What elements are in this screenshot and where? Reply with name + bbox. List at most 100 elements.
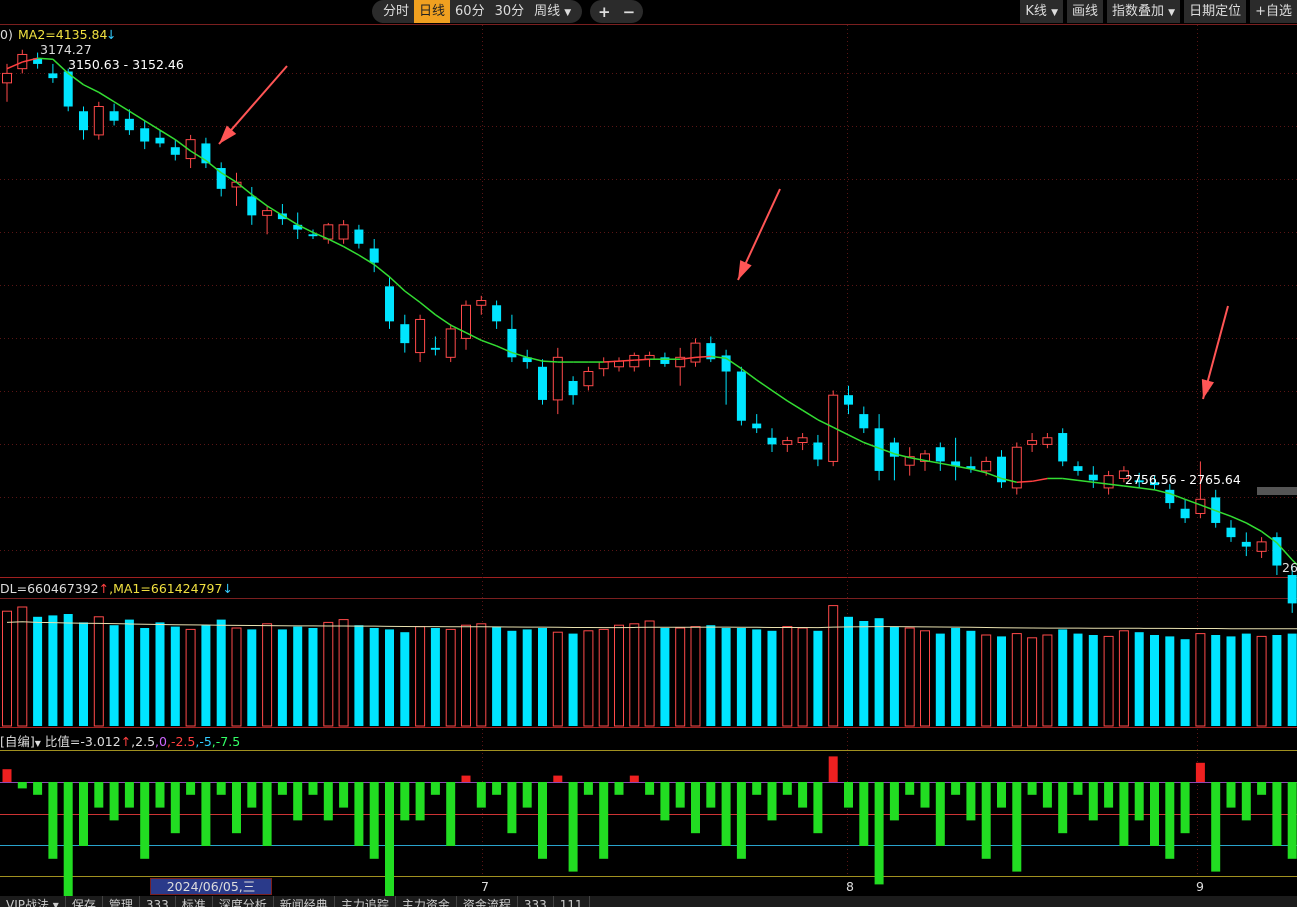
tab-manage[interactable]: 管理 [103,896,140,907]
level-0: ,0 [155,734,167,749]
candle-body-down [1088,474,1098,481]
candle-body-down [752,423,762,429]
tab-main-fund[interactable]: 主力资金 [396,896,457,907]
volume-bar-down [293,626,303,726]
ma-line-segment [771,389,788,402]
volume-bar-up [782,626,793,727]
indicator-bar [905,782,915,795]
tab-standard[interactable]: 标准 [176,896,213,907]
indicator-bar [599,782,609,859]
indicator-bar [736,782,746,859]
candle-body-down [660,357,670,364]
volume-bar-down [966,630,976,726]
candle-body-down [492,305,502,322]
price-edge-label: 26 [1282,560,1297,575]
main-header-prefix: 0) [0,27,13,42]
ma-line-segment [434,314,452,326]
ma-line-segment [848,434,865,444]
ma-line-segment [343,245,360,256]
ma-line-segment [52,58,69,74]
volume-bar-down [522,629,532,726]
candle-body-up [262,210,273,216]
volume-bar-up [1103,635,1114,727]
indicator-bar [1287,782,1297,859]
volume-bar-up [828,605,839,727]
volume-bar-up [797,627,808,727]
candle-body-up [782,440,793,445]
tab-111[interactable]: 111 [554,896,590,907]
month-label-8: 8 [846,879,854,894]
volume-bar-down [140,628,150,726]
indicator-bar [247,782,257,808]
volume-bar-down [155,622,165,726]
candle-body-up [583,371,594,387]
indicator-bar [186,782,196,795]
tab-main-track[interactable]: 主力追踪 [335,896,396,907]
indicator-bar [354,782,364,846]
indicator-bar [415,782,425,821]
volume-bar-down [507,630,517,726]
indicator-bar [889,782,899,821]
indicator-bar [782,782,792,795]
indicator-bar [951,782,961,795]
indicator-bar [507,782,517,834]
indicator-bar [1012,782,1022,872]
indicator-bar [828,756,838,782]
candle-body-up [93,106,104,136]
kline-chart[interactable] [0,0,1297,907]
volume-bar-up [644,620,655,727]
volume-bar-down [430,628,440,726]
candle-body-down [430,347,440,350]
indicator-bar [997,782,1006,808]
tab-deep-analysis[interactable]: 深度分析 [213,896,274,907]
volume-value: DL=660467392 [0,581,99,596]
ma-line-segment [634,358,650,361]
volume-bar-down [1211,635,1221,726]
volume-bar-up [1256,635,1267,727]
indicator-bar [583,782,593,795]
volume-bar-up [629,623,640,727]
tab-news[interactable]: 新闻经典 [274,896,335,907]
volume-bar-down [400,632,410,726]
volume-bar-down [385,629,394,726]
volume-bar-down [170,626,180,726]
indicator-bar [874,782,884,885]
candle-body-down [935,447,945,462]
chevron-down-icon: ▼ [34,739,41,748]
tab-save[interactable]: 保存 [66,896,103,907]
candle-body-down [63,71,73,107]
volume-bar-down [721,628,731,726]
volume-bar-down [277,629,287,726]
indicator-bar [1104,782,1114,808]
indicator-bar [859,782,869,846]
volume-bar-down [1058,629,1068,726]
tab-fund-flow[interactable]: 资金流程 [457,896,518,907]
indicator-bar [140,782,150,859]
indicator-bar [813,782,823,834]
indicator-prefix[interactable]: [自编] [0,734,35,749]
indicator-bar [1119,782,1129,846]
level-m7p5: ,-7.5 [211,734,241,749]
indicator-bar [2,769,12,782]
indicator-bar [614,782,624,795]
indicator-bar [277,782,287,795]
indicator-bar [1165,782,1175,859]
volume-bar-up [323,621,334,727]
candle-body-down [844,395,853,405]
tab-333-a[interactable]: 333 [140,896,176,907]
candle-body-up [1103,475,1114,489]
candle-body-up [445,328,456,358]
indicator-bar [721,782,731,846]
indicator-bar [323,782,333,821]
tab-vip[interactable]: VIP战法 ▾ [0,896,66,907]
volume-bar-down [997,636,1006,726]
candle-body-up [629,354,640,368]
volume-bar-up [185,628,196,727]
indicator-bar [1180,782,1190,834]
tab-333-b[interactable]: 333 [518,896,554,907]
indicator-bar [33,782,43,795]
indicator-bar [48,782,58,859]
indicator-bar [63,782,73,907]
volume-bar-down [1226,636,1236,726]
candle-body-down [79,111,88,131]
